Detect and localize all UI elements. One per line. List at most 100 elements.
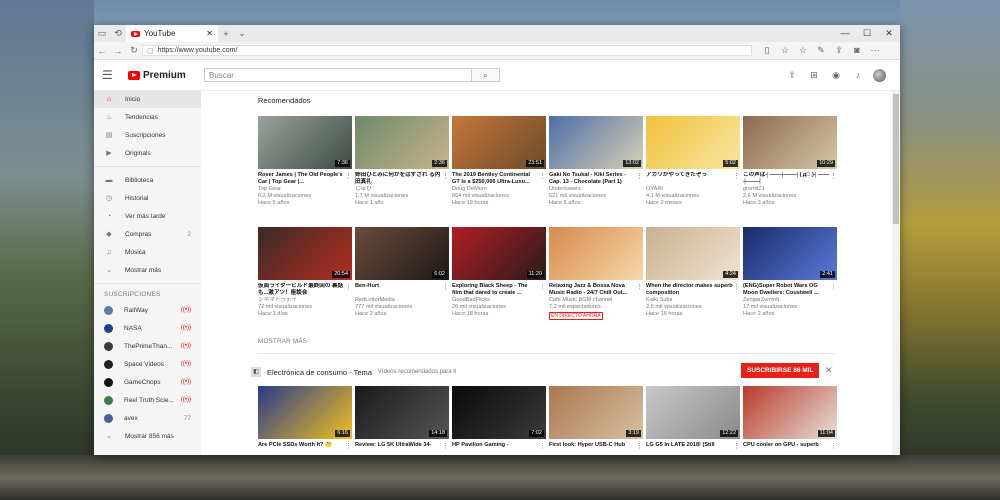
video-title[interactable]: Exploring Black Sheep - The film that da…: [452, 283, 546, 297]
channel-name[interactable]: シネマトゥデイ: [258, 297, 352, 304]
subscription-item[interactable]: avex 77: [94, 409, 201, 427]
video-thumbnail[interactable]: 14:18: [355, 386, 449, 439]
video-title[interactable]: アカリがやってきたぞっ: [646, 172, 740, 186]
video-thumbnail[interactable]: 4:24: [646, 227, 740, 280]
video-thumbnail[interactable]: 5:02: [646, 116, 740, 169]
video-thumbnail[interactable]: 2:41: [743, 227, 837, 280]
more-options-icon[interactable]: ⋮: [830, 443, 837, 450]
video-title[interactable]: Are PCIe SSDs Worth It? 🤔: [258, 442, 352, 455]
more-options-icon[interactable]: ⋮: [830, 284, 837, 291]
refresh-icon[interactable]: ↻: [126, 45, 142, 56]
subscription-item[interactable]: ThePrimeThan... ((•)): [94, 337, 201, 355]
share-icon[interactable]: ⇪: [830, 45, 848, 56]
video-title[interactable]: LG G5 In LATE 2018! (Still: [646, 442, 740, 455]
video-thumbnail[interactable]: [549, 227, 643, 280]
show-more-subscriptions[interactable]: ⌄ Mostrar 856 más: [94, 427, 201, 445]
menu-icon[interactable]: ☰: [102, 68, 128, 82]
sidebar-item[interactable]: ⌂ Inicio: [94, 90, 201, 108]
video-title[interactable]: この声は┤——┼——┤( ゚д゚ )┤——┼——┤: [743, 172, 837, 186]
video-title[interactable]: 仮面ライダービルド最終回の 裏話も...激アツ！座談会: [258, 283, 352, 297]
favorite-star-icon[interactable]: ☆: [776, 45, 794, 56]
upload-icon[interactable]: ⇧: [781, 70, 803, 81]
video-card[interactable]: 10:29 この声は┤——┼——┤( ゚д゚ )┤——┼——┤ gromit21 2,…: [743, 116, 837, 207]
url-field[interactable]: ▢ https://www.youtube.com/: [142, 45, 752, 56]
video-title[interactable]: Gaki No Tsukai - Kiki Series - Cap. 13 -…: [549, 172, 643, 186]
youtube-logo[interactable]: Premium: [128, 70, 204, 81]
video-thumbnail[interactable]: 2:36: [355, 116, 449, 169]
tab-list-icon[interactable]: ⌄: [234, 28, 250, 39]
more-options-icon[interactable]: ⋮: [830, 173, 837, 180]
back-icon[interactable]: ←: [94, 46, 110, 56]
avatar[interactable]: [873, 68, 886, 82]
channel-name[interactable]: GoodBadFlicks: [452, 297, 546, 304]
more-options-icon[interactable]: ⋮: [442, 173, 449, 180]
video-card[interactable]: 2:41 (ENG)Super Robot Wars OG Moon Dwelle…: [743, 227, 837, 320]
video-card[interactable]: 5:02 アカリがやってきたぞっ OYARI 4,1 M visualizacione…: [646, 116, 740, 207]
video-thumbnail[interactable]: 11:04: [743, 386, 837, 439]
more-options-icon[interactable]: ⋮: [442, 443, 449, 450]
more-options-icon[interactable]: ⋮: [636, 284, 643, 291]
video-card[interactable]: 7:36 Rover James | The Old People's Car |…: [258, 116, 352, 207]
channel-name[interactable]: gromit21: [743, 186, 837, 193]
minimize-icon[interactable]: —: [834, 28, 856, 39]
more-icon[interactable]: ⋯: [866, 45, 884, 56]
more-options-icon[interactable]: ⋮: [733, 173, 740, 180]
video-thumbnail[interactable]: 20:54: [258, 227, 352, 280]
more-options-icon[interactable]: ⋮: [636, 443, 643, 450]
subscription-item[interactable]: NASA ((•)): [94, 319, 201, 337]
reading-view-icon[interactable]: ▯: [758, 45, 776, 56]
notifications-bell-icon[interactable]: ♪: [847, 70, 869, 80]
video-thumbnail[interactable]: 7:36: [258, 116, 352, 169]
video-title[interactable]: The 2019 Bentley Continental GT Is a $25…: [452, 172, 546, 186]
favorites-hub-icon[interactable]: ☆: [794, 45, 812, 56]
video-thumbnail[interactable]: 23:51: [452, 116, 546, 169]
video-title[interactable]: Relaxing Jazz & Bossa Nova Music Radio -…: [549, 283, 643, 297]
video-title[interactable]: CPU cooler on GPU - superb: [743, 442, 837, 455]
show-more-link[interactable]: MOSTRAR MÁS: [258, 338, 307, 345]
subscription-item[interactable]: RailWay ((•)): [94, 301, 201, 319]
more-options-icon[interactable]: ⋮: [733, 443, 740, 450]
more-options-icon[interactable]: ⋮: [636, 173, 643, 180]
more-options-icon[interactable]: ⋮: [539, 443, 546, 450]
video-card[interactable]: 20:54 仮面ライダービルド最終回の 裏話も...激アツ！座談会 シネマトゥデイ 7…: [258, 227, 352, 320]
more-options-icon[interactable]: ⋮: [539, 173, 546, 180]
subscribe-button[interactable]: SUSCRIBIRSE 86 MIL: [741, 363, 820, 378]
channel-name[interactable]: Cafe Music BGM channel: [549, 297, 643, 304]
video-title[interactable]: Ben-Hurt: [355, 283, 449, 297]
video-thumbnail[interactable]: 12:22: [646, 386, 740, 439]
video-card[interactable]: 6:16 Are PCIe SSDs Worth It? 🤔 ⋮: [258, 386, 352, 455]
video-thumbnail[interactable]: 6:16: [258, 386, 352, 439]
subscription-item[interactable]: Space Videos ((•)): [94, 355, 201, 373]
channel-name[interactable]: OYARI: [646, 186, 740, 193]
video-thumbnail[interactable]: 6:02: [355, 227, 449, 280]
sidebar-item[interactable]: ♨ Tendencias: [94, 108, 201, 126]
tab-preview-icon[interactable]: ▭: [94, 28, 110, 39]
pocket-icon[interactable]: ◙: [848, 45, 866, 56]
sidebar-item[interactable]: ▶ Originals: [94, 144, 201, 162]
sidebar-item[interactable]: ◔ Ver más tarde: [94, 207, 201, 225]
more-options-icon[interactable]: ⋮: [345, 443, 352, 450]
video-card[interactable]: 2:36 姉田ひとみに何かをはずされ る内田真礼 じゅび 1,7 M visualiz…: [355, 116, 449, 207]
new-tab-icon[interactable]: +: [218, 29, 234, 39]
video-card[interactable]: 6:02 Ben-Hurt RedLetterMedia 777 mil visual…: [355, 227, 449, 320]
video-title[interactable]: 姉田ひとみに何かをはずされ る内田真礼: [355, 172, 449, 186]
channel-name[interactable]: ZengarZenvolt: [743, 297, 837, 304]
search-button[interactable]: ⌕: [472, 68, 500, 82]
more-options-icon[interactable]: ⋮: [733, 284, 740, 291]
video-card[interactable]: 3:19 First look: Hyper USB-C Hub ⋮: [549, 386, 643, 455]
more-options-icon[interactable]: ⋮: [442, 284, 449, 291]
notes-icon[interactable]: ✎: [812, 45, 830, 56]
more-options-icon[interactable]: ⋮: [345, 173, 352, 180]
subscription-item[interactable]: GameChops ((•)): [94, 373, 201, 391]
video-card[interactable]: 7:02 HP Pavilion Gaming - ⋮: [452, 386, 546, 455]
channel-name[interactable]: RedLetterMedia: [355, 297, 449, 304]
video-thumbnail[interactable]: 3:19: [549, 386, 643, 439]
video-card[interactable]: Relaxing Jazz & Bossa Nova Music Radio -…: [549, 227, 643, 320]
video-title[interactable]: When the director makes superb compositi…: [646, 283, 740, 297]
subscription-item[interactable]: Reel Truth Scie... ((•)): [94, 391, 201, 409]
channel-name[interactable]: Undertowers: [549, 186, 643, 193]
search-input[interactable]: Buscar: [204, 68, 472, 82]
video-thumbnail[interactable]: 10:29: [743, 116, 837, 169]
back-tabs-icon[interactable]: ⟲: [110, 28, 126, 39]
video-thumbnail[interactable]: 13:02: [549, 116, 643, 169]
